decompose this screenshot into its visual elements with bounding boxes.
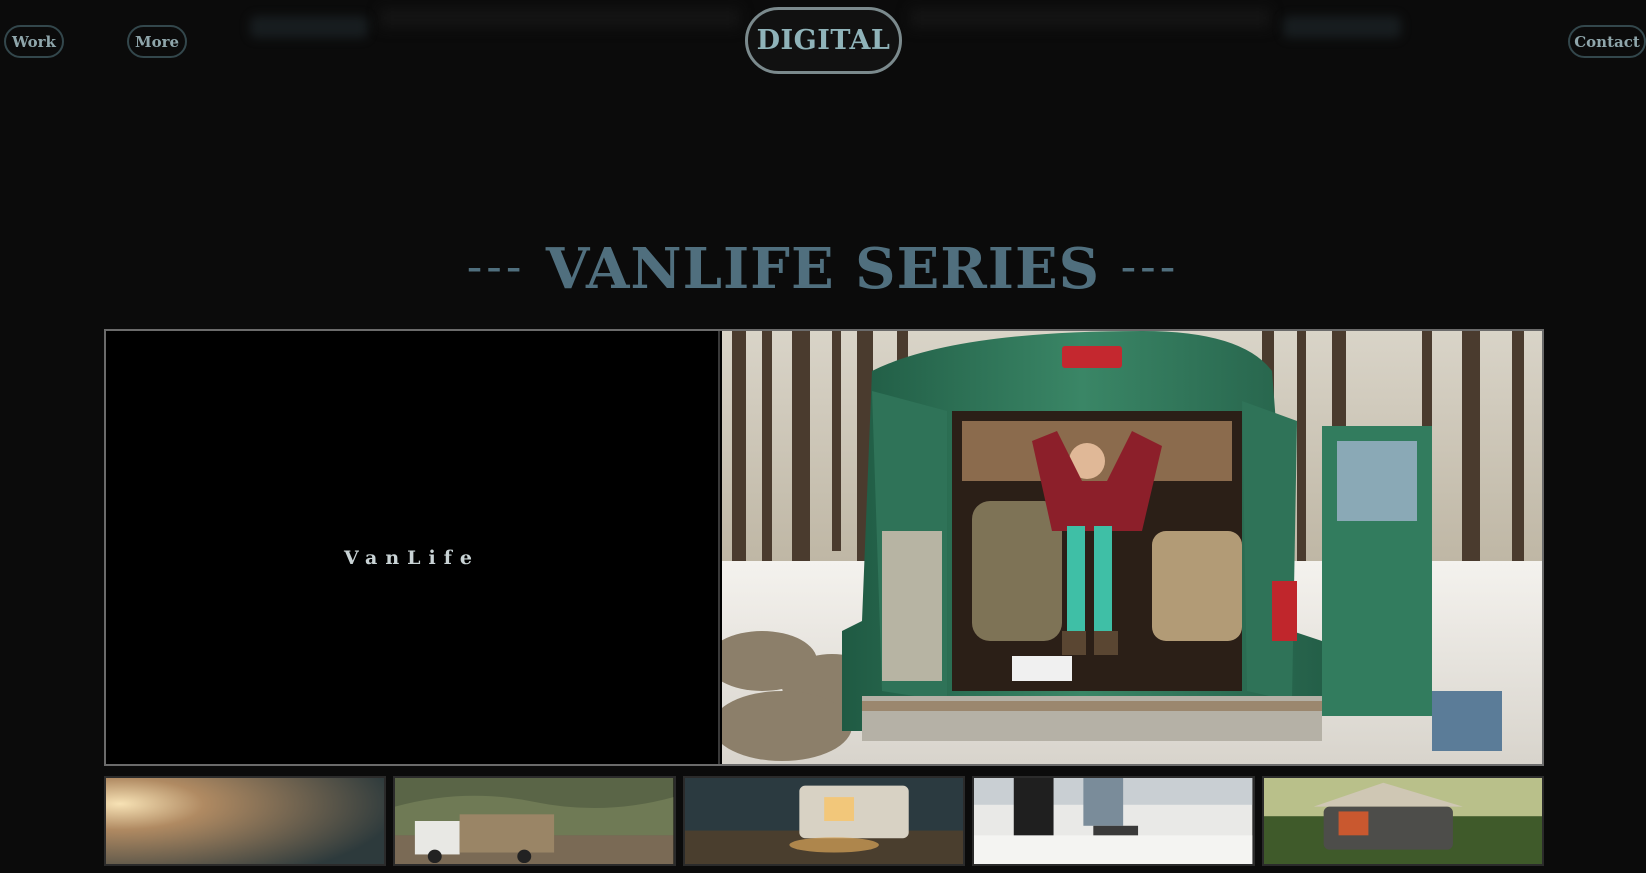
thumbnail-1[interactable] [104,776,387,866]
blurred-header-strip [910,8,1270,28]
title-dashes-left: --- [466,239,526,293]
thumbnail-2[interactable] [393,776,676,866]
thumbnail-3[interactable] [682,776,966,866]
gallery-frame: VanLife [104,329,1544,766]
page: Work More DIGITAL Contact --- VANLIFE SE… [0,0,1646,873]
section-title: --- VANLIFE SERIES --- [0,236,1646,302]
nav-more-button[interactable]: More [127,25,187,58]
white-truck-hills-image [395,778,674,864]
nav-contact-button[interactable]: Contact [1568,25,1646,58]
sunset-haze-image [106,778,385,864]
blurred-header-strip [380,8,740,28]
rooftop-tent-car-image [1263,778,1543,864]
camper-trailer-night-image [684,778,964,864]
brand-logo[interactable]: DIGITAL [745,7,902,74]
hero-photo[interactable] [722,331,1542,764]
blurred-nav-link [1283,16,1401,38]
nav-work-button[interactable]: Work [4,25,64,58]
caption-panel: VanLife [106,331,720,764]
thumbnail-5[interactable] [1261,776,1545,866]
blurred-nav-link [250,16,368,38]
van-photo-image [722,331,1542,764]
thumbnail-strip [104,776,1545,866]
thumbnail-4[interactable] [972,776,1255,866]
gallery-caption: VanLife [344,546,480,569]
title-text: VANLIFE SERIES [545,236,1101,302]
title-dashes-right: --- [1120,239,1180,293]
couple-on-van-image [974,778,1253,864]
